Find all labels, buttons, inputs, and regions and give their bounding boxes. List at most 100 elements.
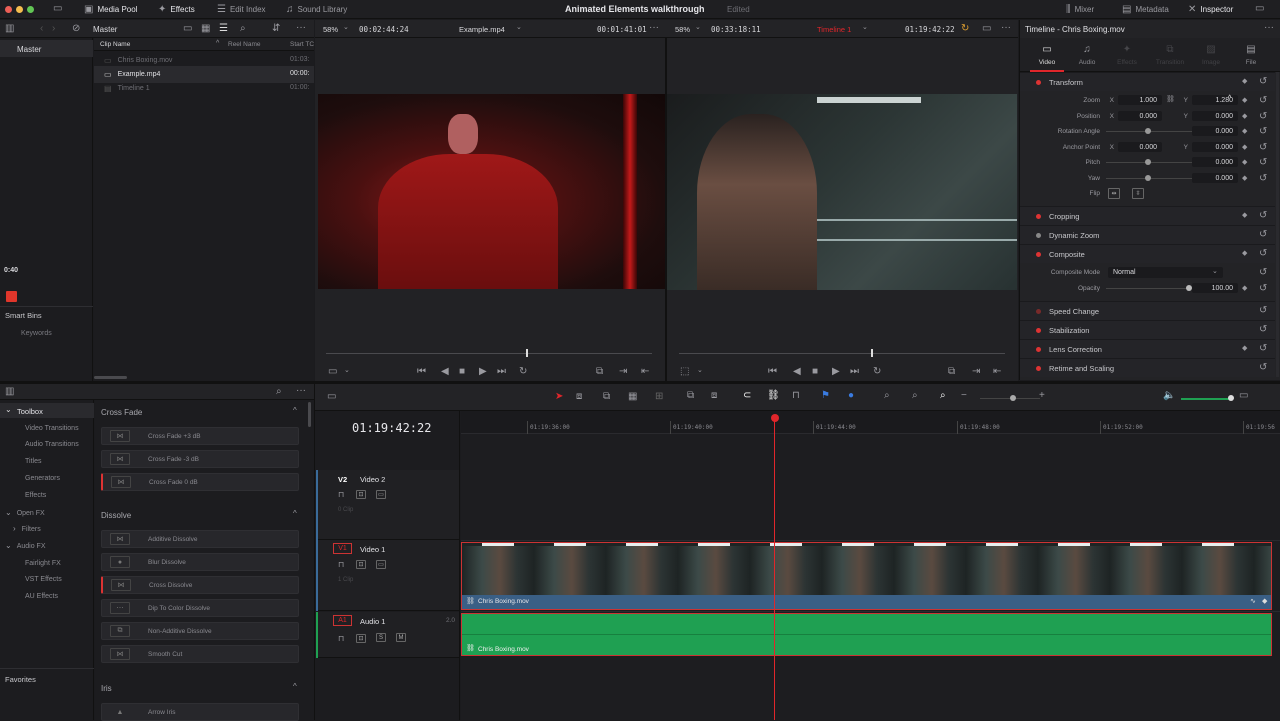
fx-non-additive-dissolve[interactable]: ⧉ Non-Additive Dissolve	[101, 622, 299, 640]
insert-icon[interactable]: ⊞	[655, 392, 663, 402]
audio-fx-item[interactable]: ⌄ Audio FX	[5, 541, 46, 551]
fx-arrow-iris[interactable]: ▲ Arrow Iris	[101, 703, 299, 721]
chevron-down-icon[interactable]: ⌄	[344, 367, 350, 374]
reset-icon[interactable]: ↺	[1259, 268, 1267, 278]
mark-out-icon[interactable]: ⇤	[993, 367, 1001, 377]
transform-section[interactable]: Transform ◆ ↺	[1020, 72, 1275, 91]
chevron-up-icon[interactable]: ^	[293, 510, 297, 518]
metadata-button[interactable]: ▤ Metadata	[1122, 0, 1169, 19]
jump-end-icon[interactable]: ⏭	[497, 367, 506, 377]
reverse-icon[interactable]: ◀	[441, 367, 449, 377]
auto-select-icon[interactable]: ⊡	[356, 634, 366, 643]
loop-icon[interactable]: ↻	[873, 367, 881, 377]
reset-icon[interactable]: ↺	[1259, 158, 1267, 168]
fx-cross-fade-0[interactable]: ⋈ Cross Fade 0 dB	[101, 473, 299, 491]
dynamic-zoom-section[interactable]: Dynamic Zoom ↺	[1020, 225, 1275, 244]
link-icon[interactable]: ⊘	[72, 24, 80, 34]
tab-effects[interactable]: ✦ Effects	[1110, 38, 1144, 72]
pitch-slider-knob[interactable]	[1145, 159, 1151, 165]
chevron-down-icon[interactable]: ⌄	[516, 24, 522, 31]
chevron-down-icon[interactable]: ⌄	[695, 24, 701, 31]
mute-button[interactable]: M	[396, 633, 406, 642]
filters-item[interactable]: › Filters	[13, 524, 41, 534]
close-window-button[interactable]	[5, 6, 12, 13]
pitch-field[interactable]: 0.000	[1192, 157, 1238, 167]
reset-icon[interactable]: ↺	[1259, 230, 1267, 240]
list-view-icon[interactable]: ☰	[219, 24, 228, 34]
horizontal-scrollbar[interactable]	[94, 376, 127, 379]
keyframe-icon[interactable]: ◆	[1242, 128, 1247, 135]
zoom-in-icon[interactable]: +	[1039, 391, 1045, 401]
sort-icon[interactable]: ⇵	[272, 24, 280, 34]
volume-slider-knob[interactable]	[1228, 395, 1234, 401]
chevron-down-icon[interactable]: ⌄	[862, 24, 868, 31]
mark-in-icon[interactable]: ⇥	[619, 367, 627, 377]
chevron-down-icon[interactable]: ⌄	[697, 367, 703, 374]
jump-start-icon[interactable]: ⏮	[768, 367, 777, 377]
reset-icon[interactable]: ↺	[1259, 174, 1267, 184]
keyframe-icon[interactable]: ◆	[1242, 97, 1247, 104]
monitor-icon[interactable]: ▭	[53, 4, 62, 14]
rotation-field[interactable]: 0.000	[1192, 126, 1238, 136]
timeline-zoom[interactable]: 58%	[675, 25, 690, 34]
fx-cross-fade-minus3[interactable]: ⋈ Cross Fade -3 dB	[101, 450, 299, 468]
more-options-icon[interactable]: ···	[1001, 23, 1011, 33]
meter-icon[interactable]: ▭	[1239, 391, 1248, 401]
timeline-scrubber[interactable]	[679, 353, 1005, 354]
zoom-slider-knob[interactable]	[1010, 395, 1016, 401]
tree-generators[interactable]: Generators	[25, 470, 60, 487]
search-icon[interactable]: ⌕	[276, 387, 282, 397]
pitch-slider[interactable]	[1106, 162, 1196, 163]
flag-icon[interactable]: ⚑	[821, 391, 830, 401]
col-clip-name[interactable]: Clip Name	[100, 41, 130, 48]
position-x-field[interactable]: 0.000	[1118, 111, 1162, 121]
tab-image[interactable]: ▨ Image	[1194, 38, 1228, 72]
reset-icon[interactable]: ↺	[1259, 249, 1267, 259]
mark-in-icon[interactable]: ⇥	[972, 367, 980, 377]
bin-master[interactable]: Master	[0, 40, 93, 57]
sound-library-button[interactable]: ♫ Sound Library	[286, 0, 347, 19]
flip-vertical-button[interactable]: ⇳	[1132, 188, 1144, 199]
stop-icon[interactable]: ■	[812, 367, 818, 377]
volume-slider[interactable]	[1181, 398, 1231, 400]
reset-icon[interactable]: ↺	[1259, 77, 1267, 87]
reset-icon[interactable]: ↺	[1259, 143, 1267, 153]
playhead-handle[interactable]	[771, 414, 779, 422]
record-icon[interactable]	[6, 291, 17, 302]
reset-icon[interactable]: ↺	[1259, 112, 1267, 122]
tree-audio-transitions[interactable]: Audio Transitions	[25, 436, 79, 453]
reverse-icon[interactable]: ◀	[793, 367, 801, 377]
timeline-viewer-playhead[interactable]	[871, 349, 873, 357]
tree-titles[interactable]: Titles	[25, 453, 41, 470]
monitor-icon[interactable]: ▭	[982, 24, 991, 34]
sync-icon[interactable]: ↻	[961, 24, 969, 34]
timeline-viewer[interactable]: ⬚ ⌄ ⏮ ◀ ■ ▶ ⏭ ↻ ⧉ ⇥ ⇤	[667, 38, 1018, 381]
keyframe-icon[interactable]: ◆	[1242, 345, 1247, 352]
match-frame-icon[interactable]: ⧉	[596, 367, 603, 377]
auto-select-icon[interactable]: ⊡	[356, 560, 366, 569]
forward-icon[interactable]: ›	[52, 24, 55, 34]
stop-icon[interactable]: ■	[459, 367, 465, 377]
volume-icon[interactable]: 🔈	[1163, 391, 1175, 401]
fx-blur-dissolve[interactable]: ● Blur Dissolve	[101, 553, 299, 571]
col-start[interactable]: Start TC	[290, 41, 314, 48]
track-v2-id[interactable]: V2	[338, 475, 347, 484]
yaw-slider[interactable]	[1106, 178, 1196, 179]
composite-section[interactable]: Composite ◆ ↺	[1020, 244, 1275, 263]
dynamic-trim-icon[interactable]: ⧉	[603, 392, 610, 402]
solo-button[interactable]: S	[376, 633, 386, 642]
timeline-row[interactable]: ▤ Timeline 1 01:00:	[94, 80, 314, 97]
minimize-window-button[interactable]	[16, 6, 23, 13]
keyframe-icon[interactable]: ◆	[1242, 250, 1247, 257]
fx-smooth-cut[interactable]: ⋈ Smooth Cut	[101, 645, 299, 663]
lens-correction-section[interactable]: Lens Correction ◆ ↺	[1020, 339, 1275, 358]
timeline-timecode[interactable]: 01:19:42:22	[352, 421, 431, 435]
play-icon[interactable]: ▶	[832, 367, 840, 377]
viewer-mode-icon[interactable]: ⬚	[680, 367, 689, 377]
time-ruler[interactable]	[461, 411, 1280, 434]
reset-icon[interactable]: ↺	[1259, 96, 1267, 106]
cross-fade-group[interactable]: Cross Fade	[101, 408, 142, 417]
lock-icon[interactable]: ⊓	[338, 491, 344, 499]
zoom-out-icon[interactable]: −	[961, 391, 967, 401]
enabled-indicator[interactable]	[1036, 79, 1041, 85]
